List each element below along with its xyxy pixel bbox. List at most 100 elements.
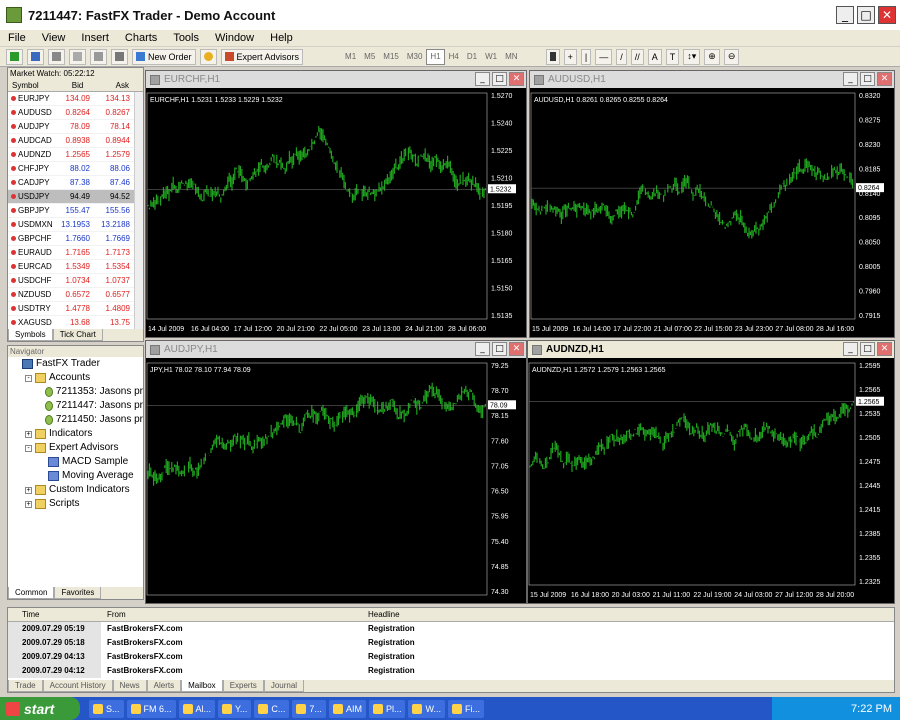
timeframe-m1[interactable]: M1 [341,49,360,65]
menu-charts[interactable]: Charts [117,32,165,44]
label-tool[interactable]: T [665,48,680,65]
data-window-button[interactable] [69,48,86,65]
col-from[interactable]: From [101,608,360,621]
col-time[interactable]: Time [8,608,101,621]
market-watch-row[interactable]: GBPJPY 155.47 155.56 [8,204,143,218]
market-watch-row[interactable]: USDTRY 1.4778 1.4809 [8,302,143,316]
col-bid[interactable]: Bid [46,79,92,91]
chart-maximize-button[interactable]: □ [860,342,875,356]
market-watch-row[interactable]: AUDUSD 0.8264 0.8267 [8,106,143,120]
cursor-tool[interactable] [545,48,560,65]
navigator-item[interactable]: 7211447: Jasons pr [8,399,143,413]
expand-toggle-icon[interactable]: - [25,374,32,382]
expand-toggle-icon[interactable]: - [25,444,32,452]
zoom-in-button[interactable]: ⊕ [704,48,720,65]
timeframe-m15[interactable]: M15 [379,49,403,65]
market-watch-row[interactable]: XAGUSD 13.68 13.75 [8,316,143,330]
market-watch-row[interactable]: EURCAD 1.5349 1.5354 [8,260,143,274]
navigator-item[interactable]: - Accounts [8,371,143,385]
text-tool[interactable]: A [647,48,662,65]
market-watch-row[interactable]: CADJPY 87.38 87.46 [8,176,143,190]
minimize-button[interactable]: _ [836,6,854,24]
taskbar-button[interactable]: S... [89,699,124,718]
mail-row[interactable]: 2009.07.29 04:12 FastBrokersFX.com Registr… [8,664,894,678]
taskbar-button[interactable]: Fi... [447,699,484,718]
new-order-button[interactable]: New Order [132,48,196,65]
horizontal-line-tool[interactable]: — [595,48,613,65]
taskbar-button[interactable]: FM 6... [126,699,176,718]
tab-favorites[interactable]: Favorites [54,587,102,599]
chart-maximize-button[interactable]: □ [860,72,875,86]
channel-tool[interactable]: // [630,48,644,65]
chart-minimize-button[interactable]: _ [475,72,490,86]
zoom-out-button[interactable]: ⊖ [723,48,740,65]
taskbar-button[interactable]: Y... [218,699,252,718]
arrows-tool[interactable]: ↕▾ [683,48,701,65]
chart-window-eurchf[interactable]: EURCHF,H1 _ □ ✕ EURCHF,H1 1.5231 1.5233 1.52… [145,70,527,338]
market-watch-row[interactable]: AUDNZD 1.2565 1.2579 [8,148,143,162]
market-watch-row[interactable]: USDCHF 1.0734 1.0737 [8,274,143,288]
menu-view[interactable]: View [34,32,74,44]
col-headline[interactable]: Headline [360,608,894,621]
close-button[interactable]: ✕ [878,6,896,24]
expand-toggle-icon[interactable]: + [25,500,32,508]
taskbar-button[interactable]: 7... [292,699,326,718]
navigator-item[interactable]: 7211450: Jasons pr [8,413,143,427]
menu-insert[interactable]: Insert [73,32,117,44]
menu-window[interactable]: Window [207,32,262,44]
market-watch-row[interactable]: AUDJPY 78.09 78.14 [8,120,143,134]
chart-maximize-button[interactable]: □ [492,342,507,356]
tab-news[interactable]: News [112,680,147,692]
profiles-button[interactable] [27,48,44,65]
chart-minimize-button[interactable]: _ [475,342,490,356]
navigator-item[interactable]: FastFX Trader [8,357,143,371]
mail-row[interactable]: 2009.07.29 05:19 FastBrokersFX.com Registr… [8,622,894,636]
price-chart[interactable]: JPY,H1 78.02 78.10 77.94 78.09 79.25 78.70… [146,359,524,601]
vertical-line-tool[interactable]: | [580,48,592,65]
market-watch-row[interactable]: CHFJPY 88.02 88.06 [8,162,143,176]
chart-minimize-button[interactable]: _ [843,342,858,356]
col-ask[interactable]: Ask [91,79,143,91]
chart-close-button[interactable]: ✕ [509,342,524,356]
timeframe-h4[interactable]: H4 [445,49,463,65]
timeframe-m5[interactable]: M5 [360,49,379,65]
menu-tools[interactable]: Tools [165,32,207,44]
tab-alerts[interactable]: Alerts [146,680,182,692]
tab-account-history[interactable]: Account History [42,680,113,692]
taskbar-button[interactable]: C... [254,699,290,718]
timeframe-d1[interactable]: D1 [463,49,481,65]
new-chart-button[interactable] [6,48,23,65]
chart-maximize-button[interactable]: □ [492,72,507,86]
price-chart[interactable]: EURCHF,H1 1.5231 1.5233 1.5229 1.5232 1.5… [146,89,524,335]
timeframe-mn[interactable]: MN [501,49,521,65]
mail-row[interactable]: 2009.07.29 04:13 FastBrokersFX.com Registr… [8,650,894,664]
navigator-item[interactable]: + Custom Indicators [8,483,143,497]
timeframe-m30[interactable]: M30 [403,49,427,65]
chart-close-button[interactable]: ✕ [877,72,892,86]
mail-row[interactable]: 2009.07.29 05:18 FastBrokersFX.com Registr… [8,636,894,650]
chart-window-audusd[interactable]: AUDUSD,H1 _ □ ✕ AUDUSD,H1 0.8261 0.8265 0.82… [529,70,895,338]
terminal-button[interactable] [111,48,128,65]
navigator-item[interactable]: Moving Average [8,469,143,483]
navigator-item[interactable]: MACD Sample [8,455,143,469]
menu-help[interactable]: Help [262,32,301,44]
market-watch-row[interactable]: USDJPY 94.49 94.52 [8,190,143,204]
taskbar-button[interactable]: Pl... [368,699,406,718]
market-watch-row[interactable]: AUDCAD 0.8938 0.8944 [8,134,143,148]
tab-journal[interactable]: Journal [263,680,305,692]
market-watch-row[interactable]: USDMXN 13.1953 13.2188 [8,218,143,232]
menu-file[interactable]: File [0,32,34,44]
experts-toggle-button[interactable] [199,48,217,65]
navigator-item[interactable]: 7211353: Jasons pr [8,385,143,399]
navigator-item[interactable]: + Indicators [8,427,143,441]
chart-window-audjpy[interactable]: AUDJPY,H1 _ □ ✕ JPY,H1 78.02 78.10 77.94 78.… [145,340,527,604]
price-chart[interactable]: AUDNZD,H1 1.2572 1.2579 1.2563 1.2565 1.2… [528,359,892,601]
maximize-button[interactable]: □ [857,6,875,24]
market-watch-row[interactable]: EURAUD 1.7165 1.7173 [8,246,143,260]
tab-mailbox[interactable]: Mailbox [181,680,223,692]
chart-close-button[interactable]: ✕ [877,342,892,356]
expand-toggle-icon[interactable]: + [25,430,32,438]
market-watch-row[interactable]: NZDUSD 0.6572 0.6577 [8,288,143,302]
taskbar-button[interactable]: W... [408,699,445,718]
market-watch-row[interactable]: GBPCHF 1.7660 1.7669 [8,232,143,246]
